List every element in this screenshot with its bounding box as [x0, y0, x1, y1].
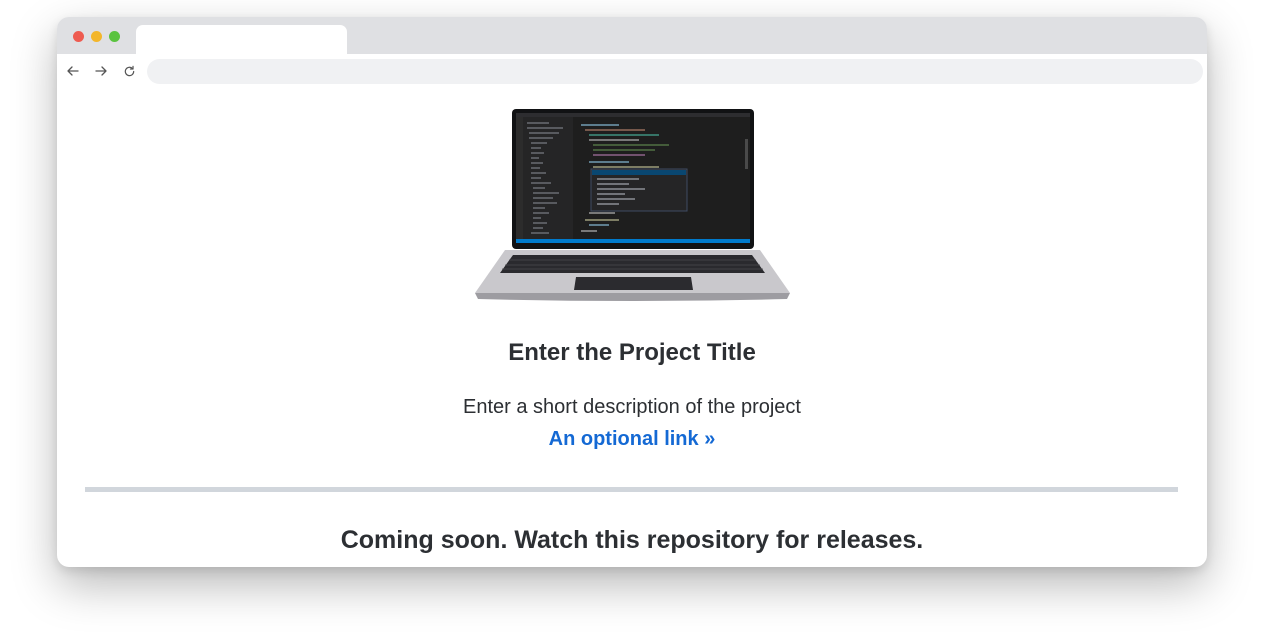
browser-tab[interactable]: [136, 25, 347, 54]
reload-icon[interactable]: [121, 63, 137, 79]
maximize-window-button[interactable]: [109, 31, 120, 42]
close-window-button[interactable]: [73, 31, 84, 42]
page-content: Enter the Project Title Enter a short de…: [57, 89, 1207, 567]
optional-link[interactable]: An optional link »: [57, 428, 1207, 451]
address-bar[interactable]: [147, 59, 1203, 84]
forward-arrow-icon[interactable]: [93, 63, 109, 79]
title-bar: [57, 17, 1207, 54]
section-divider: [85, 487, 1178, 492]
minimize-window-button[interactable]: [91, 31, 102, 42]
project-description: Enter a short description of the project: [463, 396, 801, 418]
browser-window: Enter the Project Title Enter a short de…: [57, 17, 1207, 567]
project-title: Enter the Project Title: [508, 339, 756, 366]
coming-soon-heading: Coming soon. Watch this repository for r…: [340, 526, 924, 554]
back-arrow-icon[interactable]: [65, 63, 81, 79]
browser-toolbar: [57, 54, 1207, 89]
laptop-with-code-editor-icon: [475, 109, 790, 301]
